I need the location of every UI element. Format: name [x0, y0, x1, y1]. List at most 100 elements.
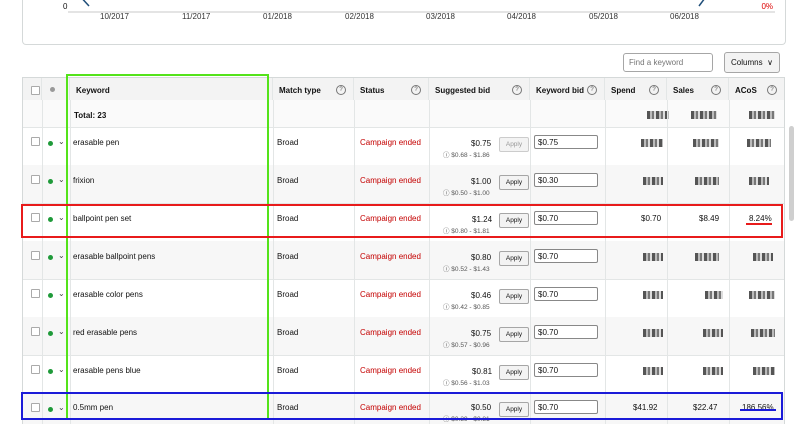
chevron-down-icon[interactable]: ⌄: [58, 327, 65, 336]
help-icon[interactable]: ?: [512, 85, 522, 95]
spend-redacted: [643, 291, 663, 299]
match-type: Broad: [277, 176, 299, 185]
status-text: Campaign ended: [360, 366, 421, 375]
month-label: 04/2018: [507, 12, 536, 21]
apply-button[interactable]: Apply: [499, 251, 529, 266]
row-highlight-red: [21, 204, 783, 238]
keyword-bid-input[interactable]: $0.70: [534, 325, 598, 339]
header-acos[interactable]: ACoS?: [729, 78, 784, 100]
spend-redacted: [643, 367, 663, 375]
chevron-down-icon[interactable]: ⌄: [58, 137, 65, 146]
help-icon[interactable]: ?: [336, 85, 346, 95]
sales-redacted: [703, 329, 723, 337]
header-keyword-bid[interactable]: Keyword bid?: [530, 78, 605, 100]
acos-redacted: [749, 291, 775, 299]
month-label: 05/2018: [589, 12, 618, 21]
row-highlight-blue: [21, 392, 783, 420]
header-spend[interactable]: Spend?: [605, 78, 667, 100]
enabled-dot-icon: [48, 179, 53, 184]
help-icon[interactable]: ?: [411, 85, 421, 95]
acos-redacted: [751, 329, 775, 337]
bid-range: ⓘ $0.42 - $0.85: [443, 304, 490, 311]
status-text: Campaign ended: [360, 252, 421, 261]
header-sales[interactable]: Sales?: [667, 78, 729, 100]
keyword-bid-input[interactable]: $0.70: [534, 287, 598, 301]
enabled-dot-icon: [48, 369, 53, 374]
month-label: 01/2018: [263, 12, 292, 21]
sales-redacted: [703, 367, 723, 375]
enabled-dot-icon: [48, 331, 53, 336]
help-icon[interactable]: ?: [711, 85, 721, 95]
apply-button[interactable]: Apply: [499, 365, 529, 380]
enabled-dot-icon: [48, 293, 53, 298]
row-checkbox[interactable]: [31, 365, 40, 374]
acos-underline-red: [746, 223, 772, 225]
help-icon[interactable]: ?: [587, 85, 597, 95]
spend-redacted: [641, 139, 663, 147]
y-axis-zero-left: 0: [63, 2, 68, 11]
month-label: 11/2017: [182, 12, 211, 21]
keyword-bid-input[interactable]: $0.30: [534, 173, 598, 187]
month-label: 02/2018: [345, 12, 374, 21]
match-type: Broad: [277, 252, 299, 261]
select-all-checkbox[interactable]: [31, 86, 40, 95]
total-sales-redacted: [691, 111, 717, 119]
apply-button[interactable]: Apply: [499, 289, 529, 304]
row-checkbox[interactable]: [31, 289, 40, 298]
bid-range: ⓘ $0.50 - $1.00: [443, 190, 490, 197]
help-icon[interactable]: ?: [649, 85, 659, 95]
apply-button[interactable]: Apply: [499, 327, 529, 342]
enabled-dot-icon: [48, 141, 53, 146]
acos-underline-blue: [740, 409, 776, 411]
status-text: Campaign ended: [360, 290, 421, 299]
chevron-down-icon[interactable]: ⌄: [58, 289, 65, 298]
performance-chart: 0 0% 10/2017 11/2017 01/2018 02/2018 03/…: [22, 0, 786, 45]
row-checkbox[interactable]: [31, 175, 40, 184]
bid-range: ⓘ $0.57 - $0.96: [443, 342, 490, 349]
chevron-down-icon[interactable]: ⌄: [58, 251, 65, 260]
keyword-search-input[interactable]: [623, 53, 713, 72]
keyword-bid-input[interactable]: $0.70: [534, 249, 598, 263]
apply-button[interactable]: Apply: [499, 175, 529, 190]
acos-redacted: [753, 253, 773, 261]
sales-redacted: [695, 177, 719, 185]
row-checkbox[interactable]: [31, 251, 40, 260]
spend-redacted: [643, 329, 663, 337]
apply-button[interactable]: Apply: [499, 137, 529, 152]
bid-range: ⓘ $0.68 - $1.86: [443, 152, 490, 159]
keyword-bid-input[interactable]: $0.75: [534, 135, 598, 149]
bid-range: ⓘ $0.56 - $1.03: [443, 380, 490, 387]
keyword-column-highlight: [66, 74, 269, 420]
columns-button[interactable]: Columns ∨: [724, 52, 780, 73]
month-label: 03/2018: [426, 12, 455, 21]
header-status[interactable]: Status?: [354, 78, 429, 100]
header-suggested-bid[interactable]: Suggested bid?: [429, 78, 530, 100]
keyword-bid-input[interactable]: $0.70: [534, 363, 598, 377]
status-text: Campaign ended: [360, 138, 421, 147]
help-icon[interactable]: ?: [767, 85, 777, 95]
month-label: 10/2017: [100, 12, 129, 21]
chevron-down-icon: ∨: [767, 58, 773, 67]
acos-redacted: [749, 177, 769, 185]
suggested-bid: $0.75: [471, 139, 492, 148]
header-match-type[interactable]: Match type?: [273, 78, 354, 100]
month-label: 06/2018: [670, 12, 699, 21]
total-acos-redacted: [749, 111, 775, 119]
chevron-down-icon[interactable]: ⌄: [58, 175, 65, 184]
match-type: Broad: [277, 366, 299, 375]
acos-redacted: [753, 367, 775, 375]
chevron-down-icon[interactable]: ⌄: [58, 365, 65, 374]
suggested-bid: $0.75: [471, 329, 492, 338]
suggested-bid: $0.46: [471, 291, 492, 300]
enabled-dot-icon: [48, 255, 53, 260]
table-scrollbar[interactable]: [789, 126, 794, 221]
acos-redacted: [747, 139, 771, 147]
spend-redacted: [643, 177, 663, 185]
row-checkbox[interactable]: [31, 137, 40, 146]
status-text: Campaign ended: [360, 176, 421, 185]
bid-range: ⓘ $0.52 - $1.43: [443, 266, 490, 273]
sales-redacted: [693, 139, 719, 147]
row-checkbox[interactable]: [31, 327, 40, 336]
match-type: Broad: [277, 138, 299, 147]
sales-redacted: [705, 291, 723, 299]
